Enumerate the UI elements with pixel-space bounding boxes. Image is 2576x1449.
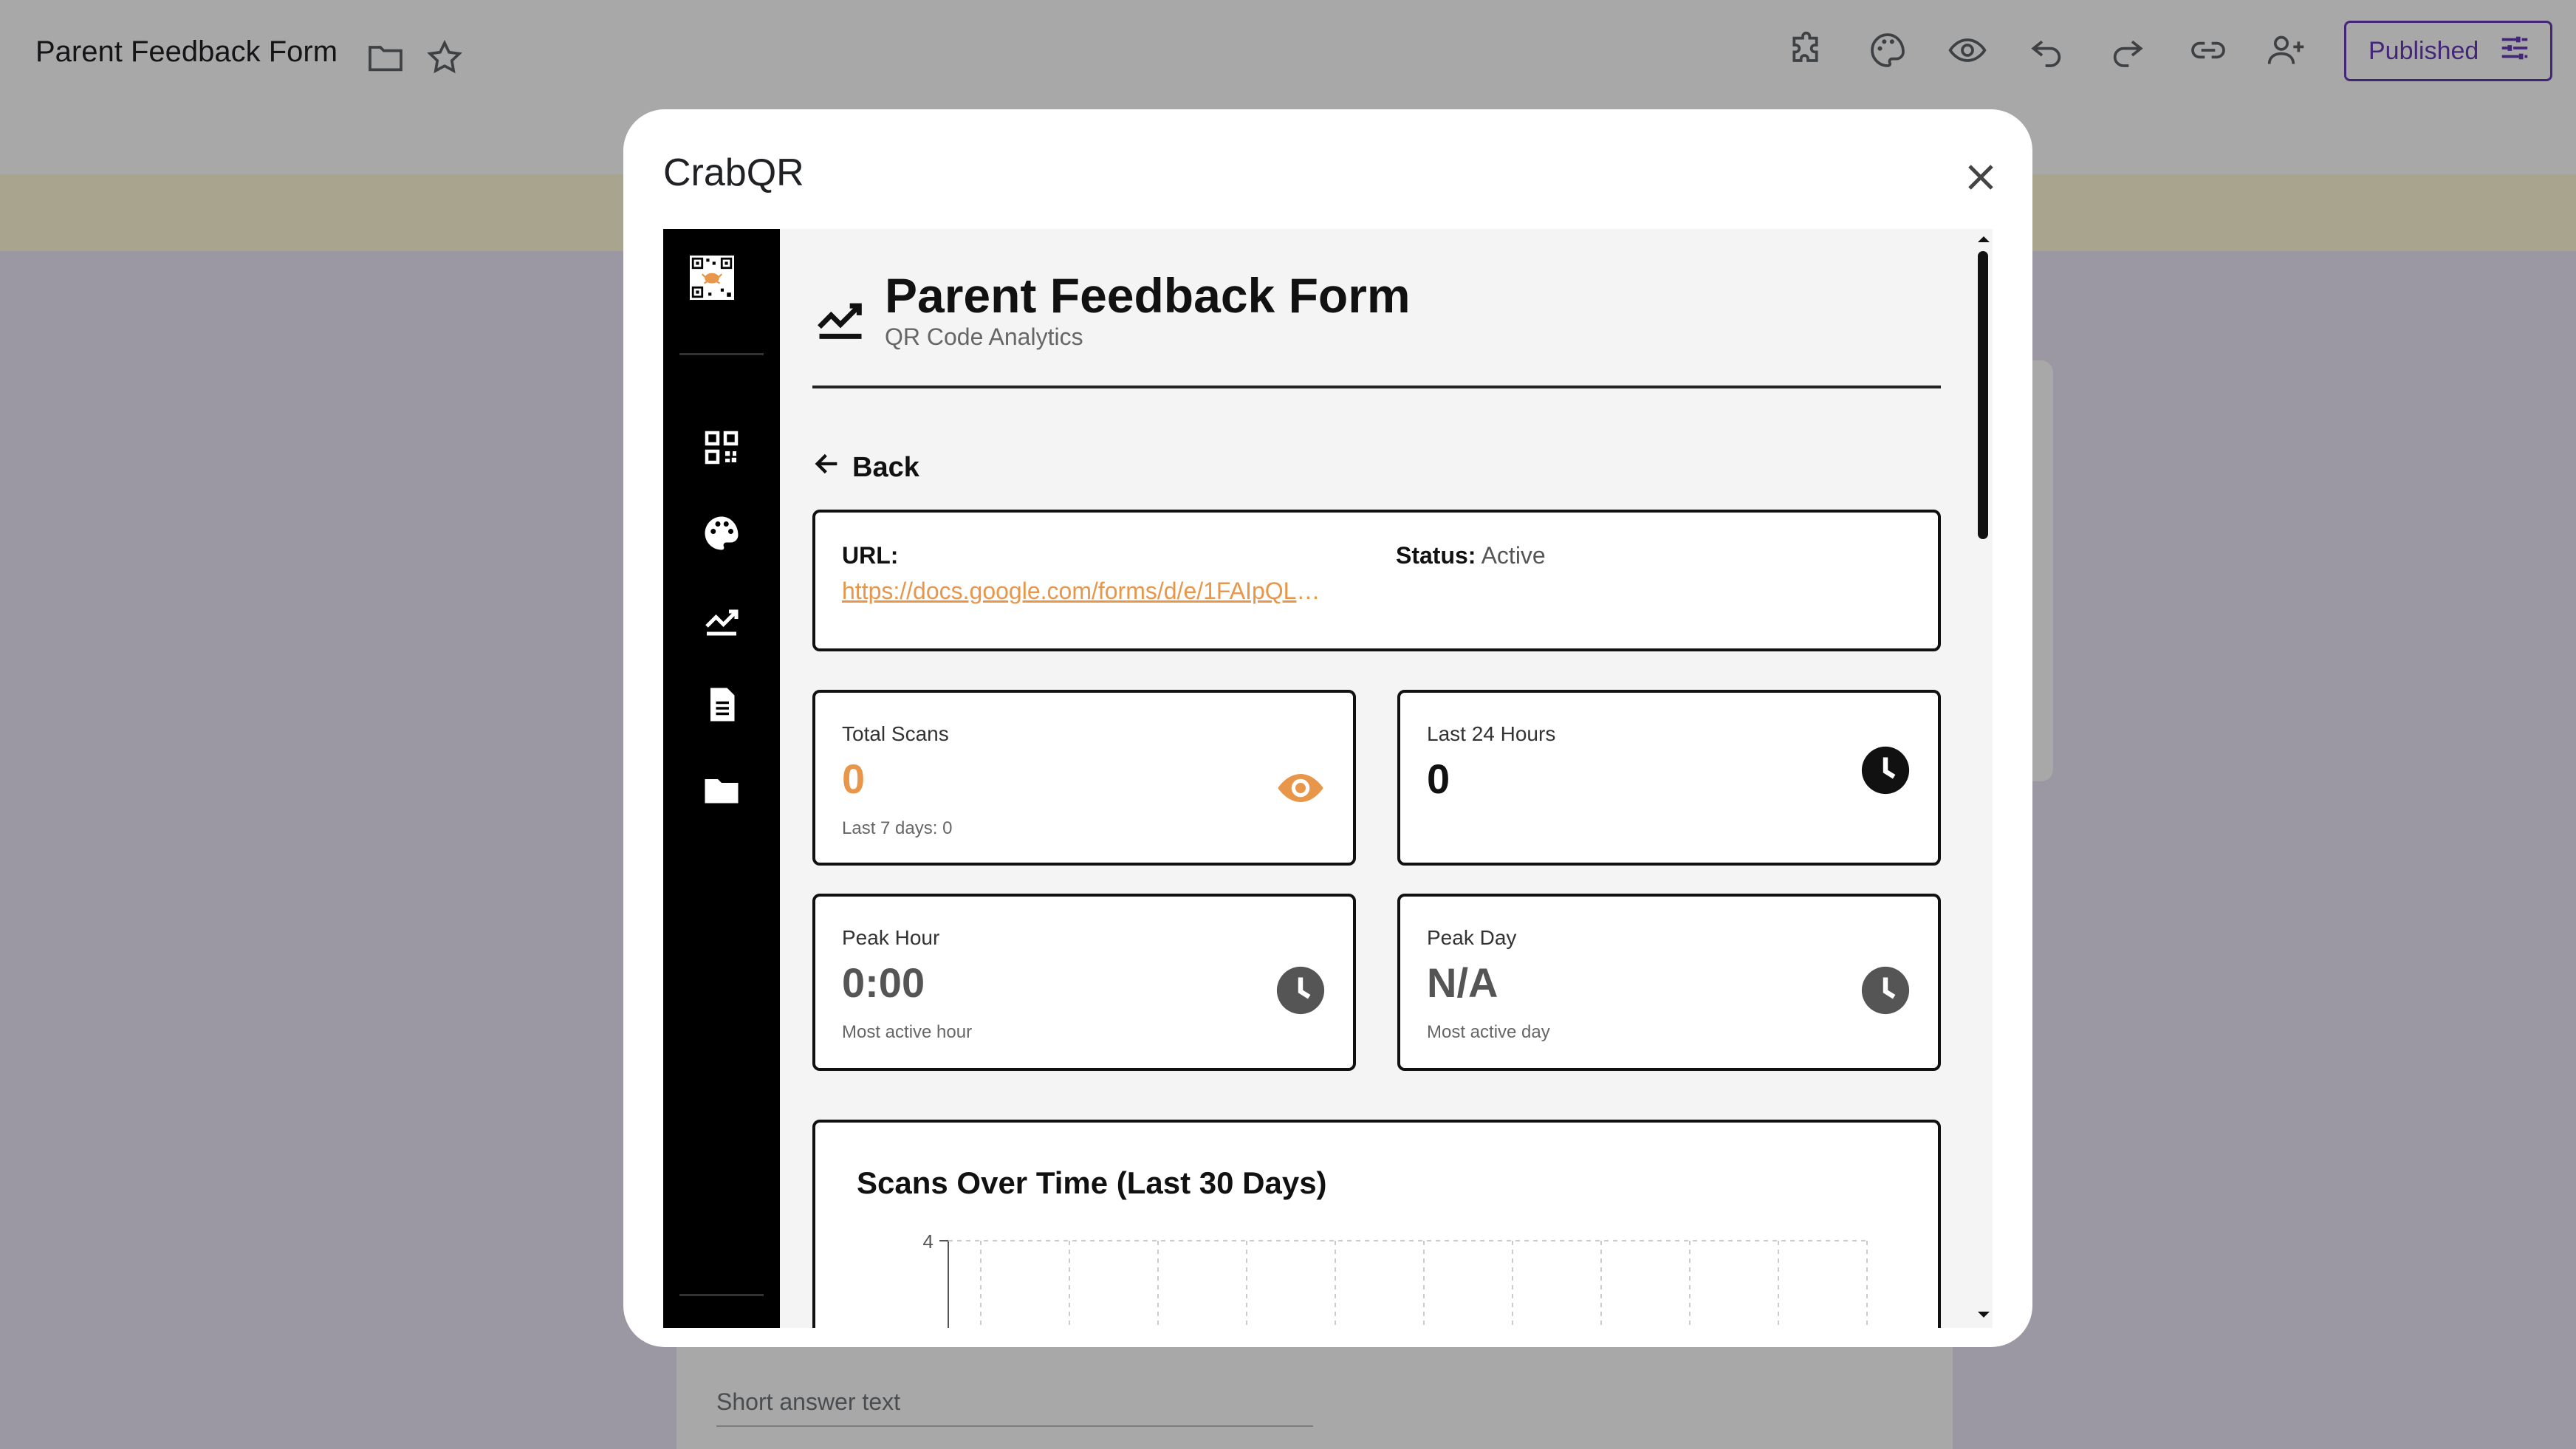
sidebar-item-folders[interactable] (699, 768, 744, 812)
dialog-title: CrabQR (663, 151, 804, 194)
crabqr-dialog: CrabQR Parent Feedback Form QR Code Anal… (623, 109, 2032, 1347)
close-icon[interactable] (1959, 155, 2003, 199)
scroll-down-arrow[interactable] (1976, 1307, 1991, 1322)
clock-icon (1860, 744, 1911, 796)
status-label: Status: (1396, 542, 1476, 569)
addon-frame: Parent Feedback Form QR Code Analytics B… (663, 229, 1993, 1328)
stat-label: Peak Hour (842, 926, 940, 949)
sidebar-item-design[interactable] (699, 511, 744, 555)
stat-value: 0 (1427, 756, 1450, 802)
crabqr-sidebar (663, 229, 780, 1328)
clock-icon (1275, 965, 1326, 1016)
scrollbar-thumb[interactable] (1978, 251, 1988, 539)
sidebar-divider (679, 353, 764, 355)
scans-chart-card: Scans Over Time (Last 30 Days) 4 (812, 1120, 1941, 1328)
status-text: Status: Active (1396, 542, 1546, 569)
back-label: Back (852, 451, 919, 483)
scans-over-time-chart: 4 (923, 1230, 1868, 1328)
stat-card-peak-hour: Peak Hour 0:00 Most active hour (812, 894, 1356, 1071)
page-subtitle: QR Code Analytics (885, 323, 1083, 350)
stat-card-total-scans: Total Scans 0 Last 7 days: 0 (812, 690, 1356, 866)
y-tick-label: 4 (923, 1230, 934, 1253)
eye-icon (1275, 762, 1326, 814)
clock-icon (1860, 965, 1911, 1016)
sidebar-item-qr-codes[interactable] (699, 425, 744, 470)
analytics-content: Parent Feedback Form QR Code Analytics B… (780, 229, 1993, 1328)
back-button[interactable]: Back (812, 449, 919, 486)
qr-info-card: URL: https://docs.google.com/forms/d/e/1… (812, 510, 1941, 651)
stat-value: 0:00 (842, 959, 925, 1006)
sidebar-item-documents[interactable] (699, 682, 744, 727)
header-divider (812, 386, 1941, 388)
stat-card-peak-day: Peak Day N/A Most active day (1397, 894, 1941, 1071)
page-title: Parent Feedback Form (885, 268, 1411, 323)
stat-subtext: Last 7 days: 0 (842, 818, 953, 838)
url-link[interactable]: https://docs.google.com/forms/d/e/1FAIpQ… (842, 578, 1329, 605)
analytics-icon (812, 290, 869, 346)
scroll-up-arrow[interactable] (1976, 232, 1991, 247)
stat-value: N/A (1427, 959, 1498, 1006)
sidebar-divider-bottom (679, 1294, 764, 1296)
stat-subtext: Most active day (1427, 1022, 1550, 1042)
url-label: URL: (842, 542, 899, 569)
crabqr-logo-icon[interactable] (690, 256, 753, 319)
status-value: Active (1481, 542, 1546, 569)
stat-card-last-24-hours: Last 24 Hours 0 (1397, 690, 1941, 866)
stat-label: Last 24 Hours (1427, 722, 1556, 745)
stat-label: Peak Day (1427, 926, 1517, 949)
arrow-left-icon (812, 449, 842, 486)
stat-subtext: Most active hour (842, 1022, 973, 1042)
stat-label: Total Scans (842, 722, 949, 745)
stat-value: 0 (842, 756, 866, 802)
sidebar-item-analytics[interactable] (699, 597, 744, 641)
